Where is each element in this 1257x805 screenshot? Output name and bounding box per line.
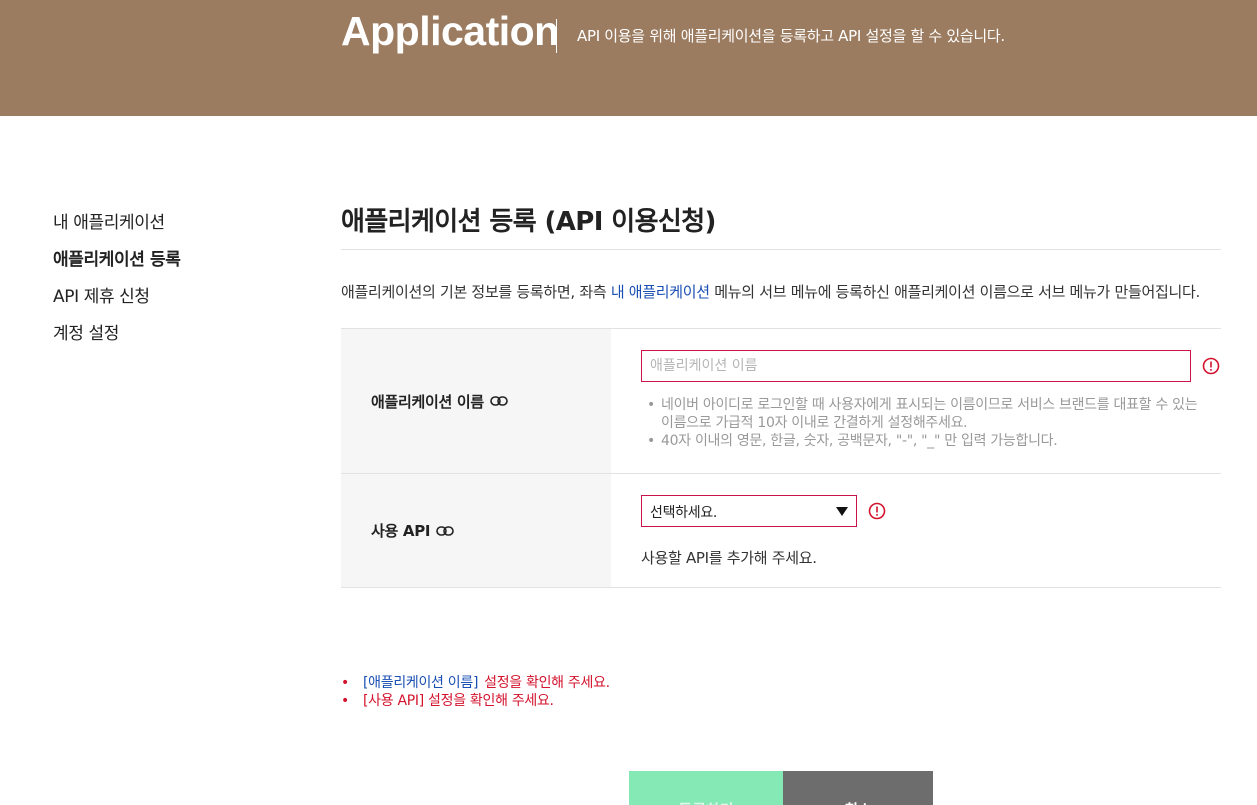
app-name-hints: 네이버 아이디로 로그인할 때 사용자에게 표시되는 이름이므로 서비스 브랜드… [641,396,1201,450]
app-name-input[interactable] [641,350,1191,382]
exclamation-circle-icon [868,502,886,520]
sidebar-item-my-applications[interactable]: 내 애플리케이션 [53,208,293,245]
error-message: [사용 API] 설정을 확인해 주세요. [363,693,554,709]
api-select-value: 선택하세요. [650,505,718,521]
app-name-label-text: 애플리케이션 이름 [371,392,484,411]
intro-text-after: 메뉴의 서브 메뉴에 등록하신 애플리케이션 이름으로 서브 메뉴가 만들어집니… [709,283,1200,301]
api-select[interactable]: 선택하세요. [641,495,857,527]
sidebar-item-register-application[interactable]: 애플리케이션 등록 [53,245,293,282]
register-button[interactable]: 등록하기 [629,771,783,805]
intro-text: 애플리케이션의 기본 정보를 등록하면, 좌측 내 애플리케이션 메뉴의 서브 … [341,278,1221,306]
api-label-text: 사용 API [371,522,431,540]
app-name-hint: 네이버 아이디로 로그인할 때 사용자에게 표시되는 이름이므로 서비스 브랜드… [647,396,1201,432]
my-applications-link[interactable]: 내 애플리케이션 [611,283,710,301]
form-row-api: 사용 API 선택하세요. 사용할 API를 추가해 주세요. [341,474,1221,588]
api-note: 사용할 API를 추가해 주세요. [641,549,817,567]
app-name-field-area: 네이버 아이디로 로그인할 때 사용자에게 표시되는 이름이므로 서비스 브랜드… [611,329,1221,473]
api-label: 사용 API [341,474,611,587]
header-divider [556,19,557,53]
link-icon[interactable] [436,525,455,537]
intro-text-before: 애플리케이션의 기본 정보를 등록하면, 좌측 [341,283,611,301]
exclamation-circle-icon [1202,357,1220,375]
error-item: [애플리케이션 이름] 설정을 확인해 주세요. [341,674,610,692]
error-field-link[interactable]: [애플리케이션 이름] [363,675,478,691]
error-message: 설정을 확인해 주세요. [484,675,610,691]
app-name-hint: 40자 이내의 영문, 한글, 숫자, 공백문자, "-", "_" 만 입력 … [647,432,1201,450]
header-description: API 이용을 위해 애플리케이션을 등록하고 API 설정을 할 수 있습니다… [577,27,1005,45]
api-field-area: 선택하세요. 사용할 API를 추가해 주세요. [611,474,1221,587]
link-icon[interactable] [490,395,508,407]
sidebar-item-account-settings[interactable]: 계정 설정 [53,319,293,356]
registration-form: 애플리케이션 이름 네이버 아이디로 로그인할 때 사용자에게 표시되는 이름이… [341,328,1221,588]
sidebar-item-api-partnership[interactable]: API 제휴 신청 [53,282,293,319]
page-title: 애플리케이션 등록 (API 이용신청) [341,200,1221,250]
error-item: [사용 API] 설정을 확인해 주세요. [341,692,610,710]
error-list: [애플리케이션 이름] 설정을 확인해 주세요. [사용 API] 설정을 확인해… [341,674,610,710]
app-name-label: 애플리케이션 이름 [341,329,611,473]
form-row-app-name: 애플리케이션 이름 네이버 아이디로 로그인할 때 사용자에게 표시되는 이름이… [341,329,1221,474]
page-header: Application API 이용을 위해 애플리케이션을 등록하고 API … [0,0,1257,116]
caret-down-icon [836,507,848,516]
sidebar-nav: 내 애플리케이션 애플리케이션 등록 API 제휴 신청 계정 설정 [53,208,293,356]
main-content: 애플리케이션 등록 (API 이용신청) 애플리케이션의 기본 정보를 등록하면… [341,200,1221,588]
cancel-button[interactable]: 취소 [783,771,933,805]
header-title: Application [341,8,559,54]
